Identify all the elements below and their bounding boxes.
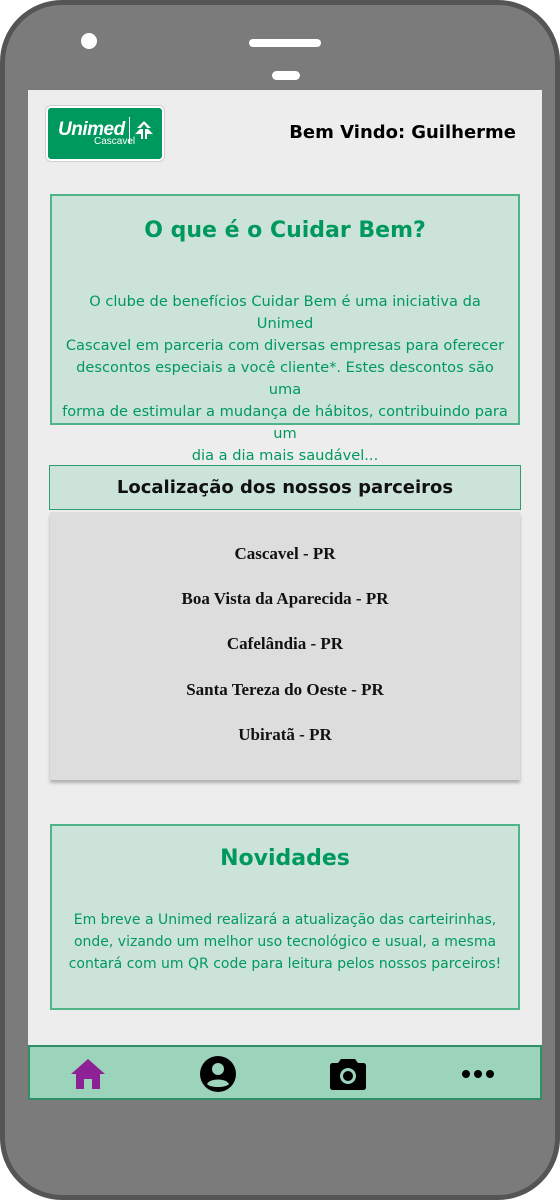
about-line: O clube de benefícios Cuidar Bem é uma i… [89, 293, 481, 332]
partner-location-item[interactable]: Cascavel - PR [50, 544, 520, 564]
welcome-message: Bem Vindo: Guilherme [289, 122, 516, 143]
app-screen: Unimed Cascavel Bem Vindo: Guilherme O qu… [28, 90, 542, 1100]
about-line: forma de estimular a mudança de hábitos,… [62, 403, 508, 442]
logo-sub-text: Cascavel [94, 136, 136, 147]
partner-location-item[interactable]: Cafelândia - PR [50, 634, 520, 654]
front-camera [81, 33, 97, 49]
partner-location-item[interactable]: Boa Vista da Aparecida - PR [50, 589, 520, 609]
partners-list: Cascavel - PR Boa Vista da Aparecida - P… [50, 512, 520, 780]
user-name: Guilherme [411, 122, 516, 143]
about-card: O que é o Cuidar Bem? O clube de benefíc… [50, 194, 520, 464]
proximity-sensor [272, 71, 300, 80]
speaker-grille [249, 39, 321, 47]
nav-home[interactable] [68, 1054, 108, 1094]
more-icon [462, 1070, 494, 1078]
about-line: descontos especiais a você cliente*. Est… [76, 359, 494, 398]
nav-profile[interactable] [198, 1054, 238, 1094]
welcome-label: Bem Vindo: [289, 122, 406, 143]
camera-icon [330, 1059, 366, 1090]
news-title: Novidades [220, 846, 350, 871]
partner-location-item[interactable]: Santa Tereza do Oeste - PR [50, 680, 520, 700]
home-icon [71, 1059, 105, 1089]
news-card: Novidades Em breve a Unimed realizará a … [50, 824, 520, 1010]
news-line: onde, vizando um melhor uso tecnológico … [73, 934, 497, 950]
news-description: Em breve a Unimed realizará a atualizaçã… [58, 909, 512, 975]
about-description: O clube de benefícios Cuidar Bem é uma i… [62, 291, 508, 467]
unimed-logo[interactable]: Unimed Cascavel [46, 106, 164, 161]
phone-frame: Unimed Cascavel Bem Vindo: Guilherme O qu… [0, 0, 560, 1200]
about-line: dia a dia mais saudável... [191, 447, 379, 464]
profile-icon [200, 1056, 236, 1092]
partner-location-item[interactable]: Ubiratã - PR [50, 725, 520, 745]
about-line: Cascavel em parceria com diversas empres… [65, 337, 505, 354]
news-line: contará com um QR code para leitura pelo… [68, 956, 502, 972]
partners-header[interactable]: Localização dos nossos parceiros [49, 465, 521, 510]
unimed-tree-icon [134, 121, 153, 139]
about-title: O que é o Cuidar Bem? [144, 218, 426, 243]
bottom-navigation [28, 1045, 542, 1100]
nav-camera[interactable] [328, 1054, 368, 1094]
nav-more[interactable] [458, 1054, 498, 1094]
news-line: Em breve a Unimed realizará a atualizaçã… [73, 912, 497, 928]
